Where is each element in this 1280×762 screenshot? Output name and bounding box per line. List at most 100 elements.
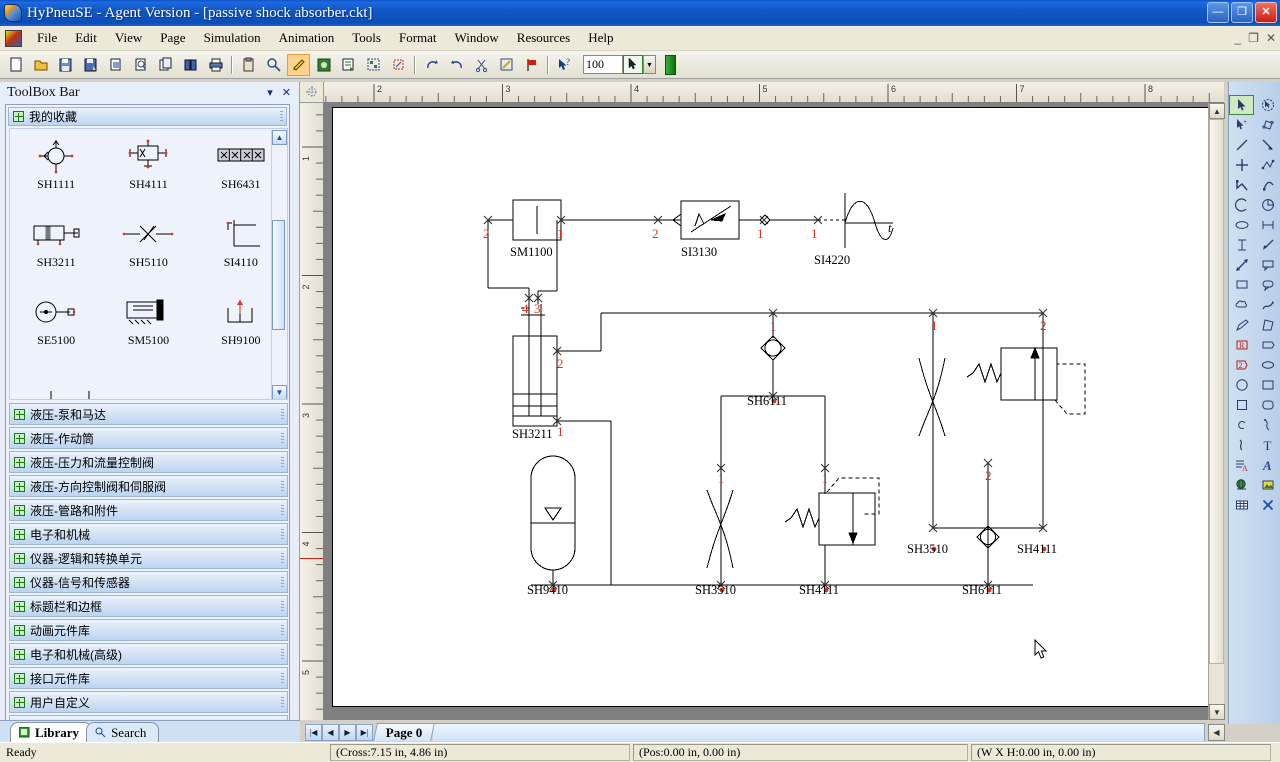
spline-tool[interactable] [1255, 415, 1280, 435]
rounded-rect-tool[interactable] [1255, 395, 1280, 415]
prev-page-button[interactable]: ◀ [322, 723, 339, 741]
wave-tool[interactable] [1229, 435, 1254, 455]
rotate-select-tool[interactable] [1255, 95, 1280, 115]
book-icon[interactable] [179, 54, 202, 76]
symbol-item[interactable]: SH3211 [10, 213, 102, 291]
square-tool[interactable] [1229, 395, 1254, 415]
close-icon[interactable]: ✕ [282, 86, 291, 99]
category-animation-library[interactable]: 动画元件库 [9, 619, 288, 641]
menu-view[interactable]: View [106, 27, 151, 49]
menu-resources[interactable]: Resources [508, 27, 579, 49]
menu-page[interactable]: Page [151, 27, 194, 49]
save-icon[interactable] [79, 54, 102, 76]
redo-arrow-icon[interactable] [420, 54, 443, 76]
cross-tool[interactable] [1229, 155, 1254, 175]
connector-tool[interactable] [1255, 155, 1280, 175]
scroll-down-icon[interactable]: ▼ [1209, 704, 1225, 720]
symbol-item[interactable]: SH5110 [102, 213, 194, 291]
category-lines-accessories[interactable]: 液压-管路和附件 [9, 499, 288, 521]
tab-library[interactable]: Library [10, 722, 93, 742]
freehand-tool[interactable] [1255, 295, 1280, 315]
save-as-icon[interactable] [54, 54, 77, 76]
cloud-tool[interactable] [1229, 295, 1254, 315]
arrow-line-tool[interactable] [1255, 135, 1280, 155]
minimize-button[interactable]: — [1207, 2, 1229, 23]
ellipse-tool[interactable] [1229, 215, 1254, 235]
scrollbar-thumb[interactable] [272, 220, 285, 330]
drawing-canvas[interactable]: 2 1 2 1 1 4 3 2 1 1 1 1 1 2 2 SM1100 SI3… [324, 103, 1224, 720]
last-page-button[interactable]: ▶| [356, 723, 373, 741]
delete-tool[interactable] [1255, 495, 1280, 515]
label-tool[interactable]: 2 [1229, 355, 1254, 375]
horizontal-ruler[interactable]: 2 3 4 5 6 7 8 [324, 82, 1224, 103]
scroll-up-icon[interactable]: ▲ [1209, 103, 1225, 119]
drawing-page[interactable]: 2 1 2 1 1 4 3 2 1 1 1 1 1 2 2 SM1100 SI3… [332, 107, 1214, 707]
new-file-icon[interactable] [4, 54, 27, 76]
text-tool[interactable]: T [1255, 435, 1280, 455]
spiral-tool[interactable] [1229, 415, 1254, 435]
undo-arrow-icon[interactable] [445, 54, 468, 76]
category-pressure-flow-valves[interactable]: 液压-压力和流量控制阀 [9, 451, 288, 473]
symbol-item[interactable]: SE5100 [10, 291, 102, 369]
scroll-down-icon[interactable]: ▼ [272, 385, 287, 399]
zoom-page-icon[interactable] [129, 54, 152, 76]
menu-format[interactable]: Format [390, 27, 446, 49]
category-titleblocks-borders[interactable]: 标题栏和边框 [9, 595, 288, 617]
drag-grip-icon[interactable] [281, 600, 284, 612]
drag-grip-icon[interactable] [280, 111, 283, 122]
print-preview-icon[interactable] [104, 54, 127, 76]
menu-edit[interactable]: Edit [66, 27, 106, 49]
category-logic-conversion[interactable]: 仪器-逻辑和转换单元 [9, 547, 288, 569]
hscroll-left-icon[interactable]: ◀ [1208, 723, 1225, 741]
mdi-close-button[interactable]: ✕ [1266, 31, 1276, 45]
scrollbar-thumb[interactable] [1209, 119, 1224, 664]
category-user-defined[interactable]: 用户自定义 [9, 691, 288, 713]
round-callout-tool[interactable] [1255, 275, 1280, 295]
copy-page-icon[interactable] [154, 54, 177, 76]
page-tab[interactable]: Page 0 [373, 723, 436, 741]
print-icon[interactable] [204, 54, 227, 76]
mdi-restore-button[interactable]: ❐ [1248, 31, 1259, 45]
drag-grip-icon[interactable] [281, 576, 284, 588]
category-electronic-mechanical[interactable]: 电子和机械 [9, 523, 288, 545]
simulate-run-icon[interactable] [287, 53, 310, 76]
symbol-item[interactable]: SH1111 [10, 135, 102, 213]
select-region-icon[interactable] [312, 54, 335, 76]
ruler-corner-button[interactable] [300, 82, 324, 103]
banner-tool[interactable] [1255, 335, 1280, 355]
globe-tool[interactable] [1229, 475, 1254, 495]
rectangle-tool[interactable] [1255, 375, 1280, 395]
vertical-dimension-tool[interactable] [1229, 235, 1254, 255]
menu-tools[interactable]: Tools [343, 27, 390, 49]
canvas-vertical-scrollbar[interactable]: ▲ ▼ [1208, 103, 1225, 720]
close-button[interactable]: ✕ [1255, 2, 1277, 23]
tab-search[interactable]: Search [86, 722, 160, 742]
vertical-ruler[interactable]: 1 2 3 4 5 [300, 103, 324, 720]
drag-grip-icon[interactable] [281, 432, 284, 444]
open-folder-icon[interactable] [29, 54, 52, 76]
add-node-tool[interactable]: + [1229, 115, 1254, 135]
toolbox-group-favorites[interactable]: 我的收藏 [8, 107, 287, 126]
menu-animation[interactable]: Animation [270, 27, 344, 49]
polyline-tool[interactable] [1229, 175, 1254, 195]
category-interface-library[interactable]: 接口元件库 [9, 667, 288, 689]
drag-grip-icon[interactable] [281, 696, 284, 708]
zoom-dropdown-icon[interactable]: ▼ [643, 55, 656, 74]
next-page-button[interactable]: ▶ [339, 723, 356, 741]
measure-tool[interactable] [1229, 255, 1254, 275]
find-icon[interactable] [262, 54, 285, 76]
line-tool[interactable] [1229, 135, 1254, 155]
oval-tool[interactable] [1255, 355, 1280, 375]
chevron-down-icon[interactable]: ▾ [267, 86, 273, 99]
curve-tool[interactable] [1255, 175, 1280, 195]
drag-grip-icon[interactable] [281, 504, 284, 516]
category-actuators[interactable]: 液压-作动筒 [9, 427, 288, 449]
scroll-up-icon[interactable]: ▲ [272, 130, 287, 145]
drag-grip-icon[interactable] [281, 456, 284, 468]
drag-grip-icon[interactable] [281, 480, 284, 492]
leader-arrow-tool[interactable] [1255, 235, 1280, 255]
cut-scissors-icon[interactable] [470, 54, 493, 76]
category-electronic-mechanical-advanced[interactable]: 电子和机械(高级) [9, 643, 288, 665]
menu-file[interactable]: File [28, 27, 66, 49]
flag-icon[interactable] [520, 54, 543, 76]
